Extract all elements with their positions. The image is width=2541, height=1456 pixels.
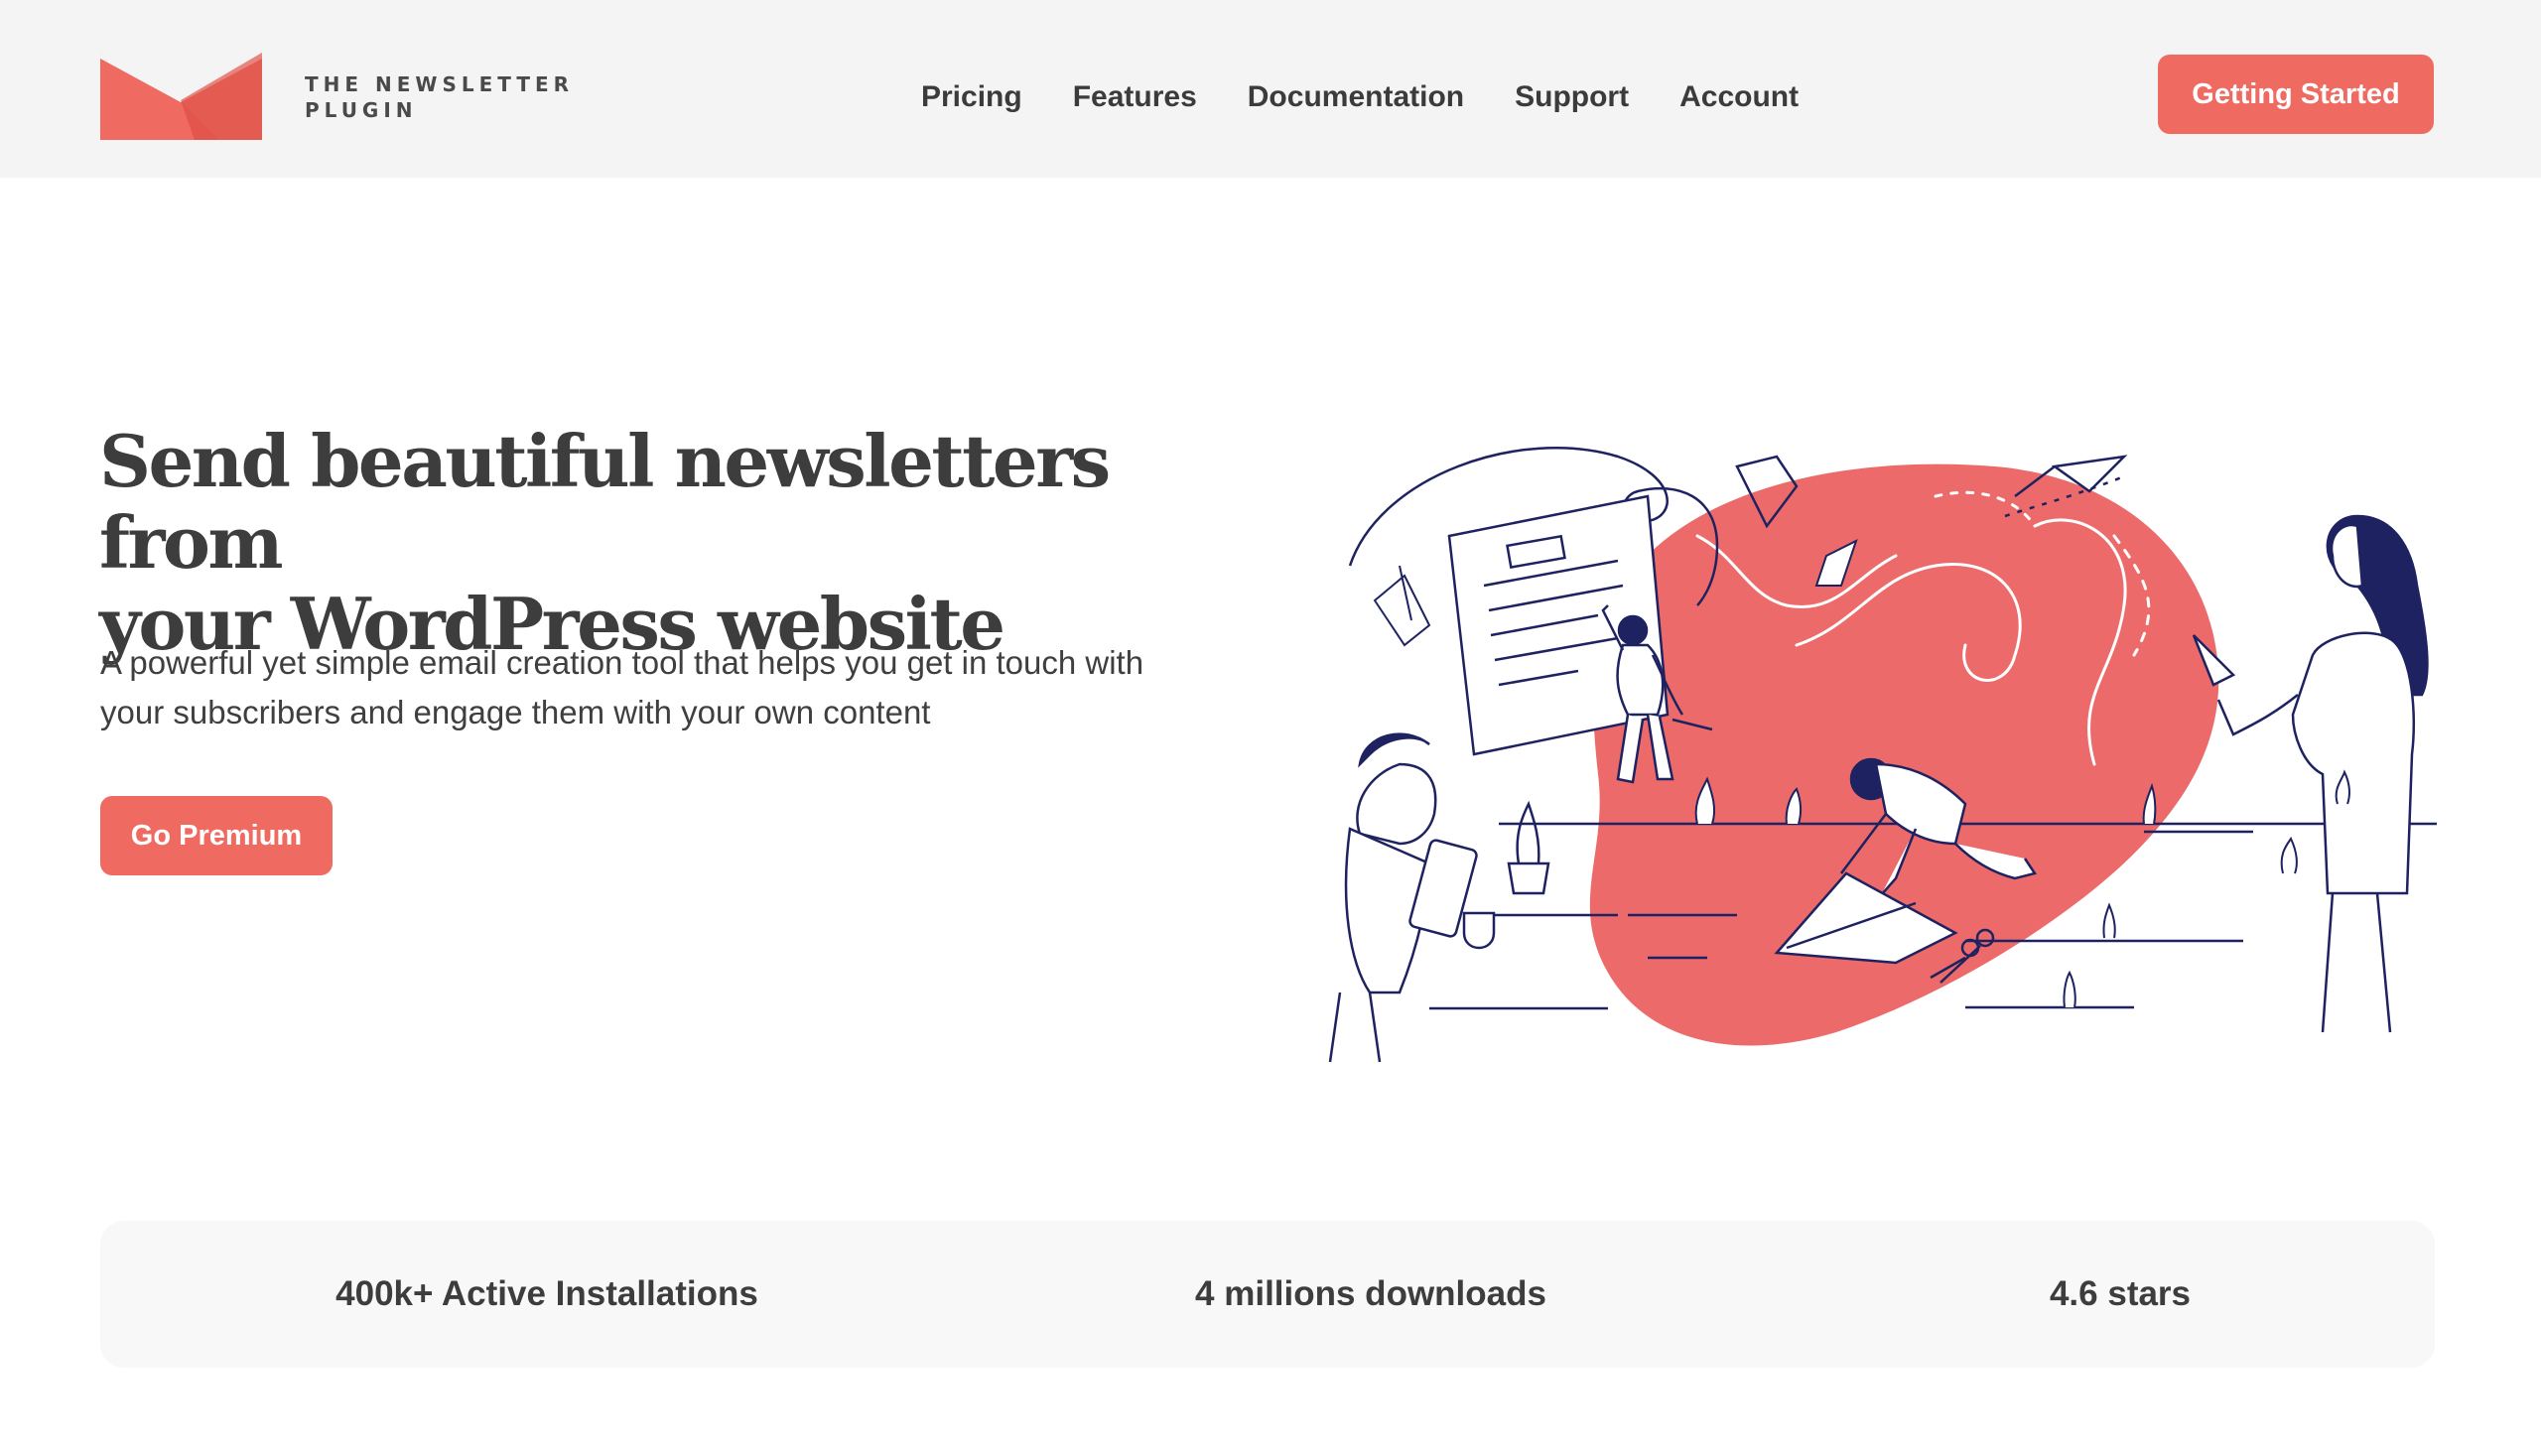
go-premium-button[interactable]: Go Premium <box>100 796 333 875</box>
nav-item-features[interactable]: Features <box>1073 73 1197 121</box>
main-nav: Pricing Features Documentation Support A… <box>921 73 1799 121</box>
stat-rating: 4.6 stars <box>2049 1274 2192 1313</box>
getting-started-button[interactable]: Getting Started <box>2158 55 2434 134</box>
hero-title-line1: Send beautiful newsletters from <box>99 419 1111 585</box>
hero-subtitle: A powerful yet simple email creation too… <box>100 638 1311 737</box>
brand-name-line2: PLUGIN <box>305 98 418 122</box>
hero-subtitle-line1: A powerful yet simple email creation too… <box>100 644 1144 681</box>
team-creating-newsletter-illustration <box>1328 447 2437 1063</box>
stat-active-installations: 400k+ Active Installations <box>335 1274 758 1313</box>
brand-logo-link[interactable]: THE NEWSLETTER PLUGIN <box>100 53 577 140</box>
nav-item-account[interactable]: Account <box>1679 73 1799 121</box>
hero-title: Send beautiful newsletters from your Wor… <box>99 421 1290 665</box>
brand-wordmark: THE NEWSLETTER PLUGIN <box>305 71 574 123</box>
nav-item-documentation[interactable]: Documentation <box>1248 73 1464 121</box>
stat-downloads: 4 millions downloads <box>1195 1274 1546 1313</box>
site-header: THE NEWSLETTER PLUGIN Pricing Features D… <box>0 0 2541 178</box>
hero-subtitle-line2: your subscribers and engage them with yo… <box>100 694 931 730</box>
envelope-logo-icon <box>100 53 262 140</box>
stats-bar: 400k+ Active Installations 4 millions do… <box>100 1221 2435 1368</box>
nav-item-pricing[interactable]: Pricing <box>921 73 1022 121</box>
brand-name-line1: THE NEWSLETTER <box>305 72 575 96</box>
nav-item-support[interactable]: Support <box>1515 73 1629 121</box>
